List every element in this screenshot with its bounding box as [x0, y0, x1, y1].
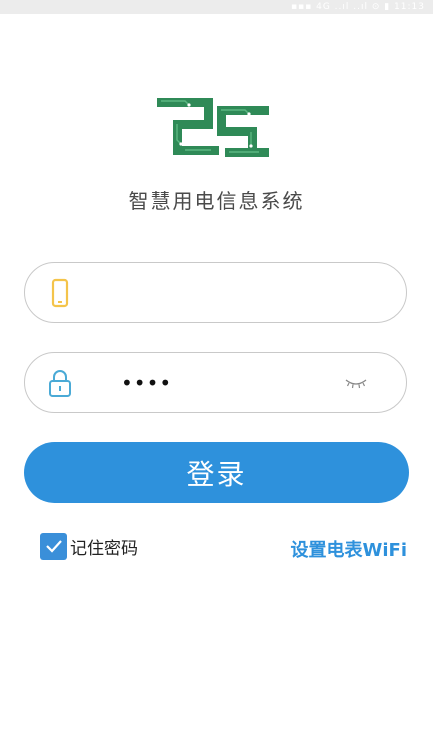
checkmark-icon — [45, 540, 62, 553]
eye-closed-icon[interactable] — [344, 375, 368, 391]
app-logo — [157, 98, 269, 157]
status-text: ▪▪▪ 4G ..ıl ..ıl ⊙ ▮ 11:13 — [290, 2, 425, 12]
checkbox-checked-icon[interactable] — [40, 532, 67, 560]
app-title: 智慧用电信息系统 — [128, 189, 305, 213]
remember-password-checkbox[interactable]: 记住密码 — [40, 532, 138, 560]
phone-field[interactable] — [24, 262, 407, 323]
password-field[interactable]: •••• — [24, 352, 407, 413]
status-bar: ▪▪▪ 4G ..ıl ..ıl ⊙ ▮ 11:13 — [0, 0, 433, 14]
remember-password-label: 记住密码 — [70, 538, 138, 559]
login-button[interactable]: 登录 — [24, 442, 409, 503]
set-meter-wifi-link[interactable]: 设置电表WiFi — [291, 536, 408, 562]
phone-input[interactable] — [95, 273, 345, 313]
lock-icon — [49, 370, 71, 397]
phone-icon — [51, 278, 69, 308]
password-input[interactable]: •••• — [121, 371, 172, 395]
